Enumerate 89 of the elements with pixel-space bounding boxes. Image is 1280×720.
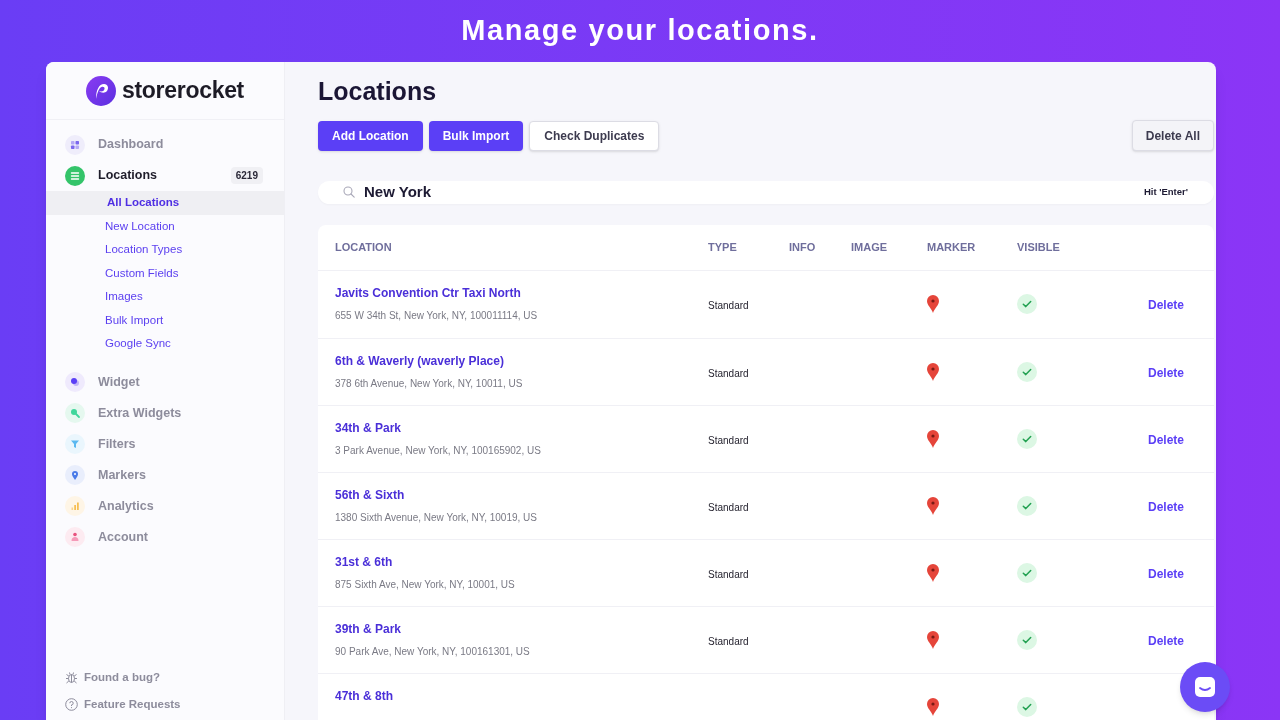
list-icon (65, 165, 85, 186)
location-address: 875 Sixth Ave, New York, NY, 10001, US (335, 577, 516, 592)
location-name-link[interactable]: 39th & Park (335, 620, 708, 637)
subnav-item[interactable]: Images (46, 285, 284, 309)
nav-item[interactable]: Extra Widgets (46, 397, 284, 429)
location-type: Standard (708, 434, 749, 446)
nav-label: Markers (98, 466, 146, 484)
search-value: New York (364, 182, 431, 202)
nav-label: Analytics (98, 497, 154, 515)
location-address: 1380 Sixth Avenue, New York, NY, 10019, US (335, 510, 538, 525)
nav-item[interactable]: Dashboard (46, 129, 284, 160)
bar-chart-icon (65, 496, 85, 516)
delete-all-button[interactable]: Delete All (1131, 120, 1214, 151)
logo-text: storerocket (122, 76, 244, 106)
map-pin-icon (927, 295, 939, 313)
map-pin-icon (927, 630, 939, 649)
search-field[interactable]: New York Hit 'Enter' (318, 181, 1214, 204)
delete-link[interactable]: Delete (1147, 633, 1184, 648)
location-name-link[interactable]: 34th & Park (335, 419, 708, 436)
location-name-link[interactable]: 56th & Sixth (335, 486, 708, 503)
grid-icon (65, 134, 85, 155)
location-address: 90 Park Ave, New York, NY, 100161301, US (335, 644, 531, 659)
count-badge: 6219 (230, 167, 263, 184)
nav-item[interactable]: Account (46, 521, 284, 553)
column-header: VISIBLE (1017, 239, 1061, 255)
location-type: Standard (708, 300, 749, 311)
chat-icon (1194, 676, 1216, 698)
subnav-item[interactable]: New Location (46, 214, 284, 238)
location-address: 3 Park Avenue, New York, NY, 100165902, US (335, 443, 542, 458)
footer-link[interactable]: Feature Requests (46, 691, 284, 718)
location-name-link[interactable]: 47th & 8th (335, 687, 708, 704)
funnel-icon (65, 434, 85, 454)
nav-label: Filters (98, 435, 136, 453)
action-button[interactable]: Bulk Import (428, 120, 524, 151)
page-title: Locations (318, 76, 438, 106)
search-icon (65, 403, 85, 423)
action-button[interactable]: Check Duplicates (529, 120, 660, 151)
nav-label: Account (98, 528, 148, 546)
nav-item[interactable]: Markers (46, 459, 284, 491)
location-address: 378 6th Avenue, New York, NY, 10011, US (335, 376, 524, 391)
map-pin-icon (927, 362, 939, 381)
nav-label: Dashboard (98, 136, 164, 154)
subnav-item[interactable]: Google Sync (46, 332, 284, 356)
delete-link[interactable]: Delete (1147, 432, 1184, 447)
nav-label: Widget (98, 373, 140, 391)
subnav-item[interactable]: Location Types (46, 238, 284, 262)
search-hint: Hit 'Enter' (1143, 185, 1188, 200)
nav-item[interactable]: Widget (46, 366, 284, 398)
column-header: TYPE (708, 239, 738, 255)
footer-link-label: Feature Requests (84, 696, 181, 712)
bug-icon (65, 671, 78, 684)
column-header: INFO (789, 239, 817, 255)
location-type: Standard (708, 635, 749, 647)
map-pin-icon (927, 429, 939, 448)
nav-item[interactable]: Filters (46, 428, 284, 460)
nav-item[interactable]: Analytics (46, 490, 284, 522)
subnav-item[interactable]: Custom Fields (46, 261, 284, 285)
dot-icon (65, 372, 85, 392)
map-pin-icon (927, 697, 939, 716)
map-pin-icon (927, 563, 939, 582)
nav-label: Extra Widgets (98, 404, 182, 422)
banner-title: Manage your locations. (461, 13, 819, 49)
nav-item[interactable]: Locations 6219 (46, 160, 284, 191)
location-address: 655 W 34th St, New York, NY, 100011114, US (335, 308, 539, 323)
location-type: Standard (708, 367, 749, 379)
location-name-link[interactable]: 31st & 6th (335, 553, 708, 570)
location-name-link[interactable]: Javits Convention Ctr Taxi North (335, 284, 708, 301)
location-type: Standard (708, 568, 749, 580)
search-icon (343, 186, 355, 199)
location-type: Standard (708, 501, 749, 513)
logo-icon (86, 75, 116, 106)
person-icon (65, 527, 85, 547)
delete-link[interactable]: Delete (1147, 566, 1184, 581)
help-icon (65, 698, 78, 711)
column-header: LOCATION (335, 239, 393, 255)
footer-link[interactable]: Found a bug? (46, 664, 284, 691)
column-header: IMAGE (851, 239, 889, 255)
subnav-item[interactable]: All Locations (46, 191, 284, 215)
nav-label: Locations (98, 167, 158, 185)
footer-link-label: Found a bug? (84, 669, 160, 685)
delete-link[interactable]: Delete (1147, 298, 1184, 312)
delete-link[interactable]: Delete (1147, 365, 1184, 380)
column-header: MARKER (927, 239, 977, 255)
pin-icon (65, 465, 85, 485)
delete-link[interactable]: Delete (1147, 499, 1184, 514)
subnav-item[interactable]: Bulk Import (46, 308, 284, 332)
location-name-link[interactable]: 6th & Waverly (waverly Place) (335, 352, 708, 369)
action-button[interactable]: Add Location (318, 120, 423, 151)
map-pin-icon (927, 496, 939, 515)
